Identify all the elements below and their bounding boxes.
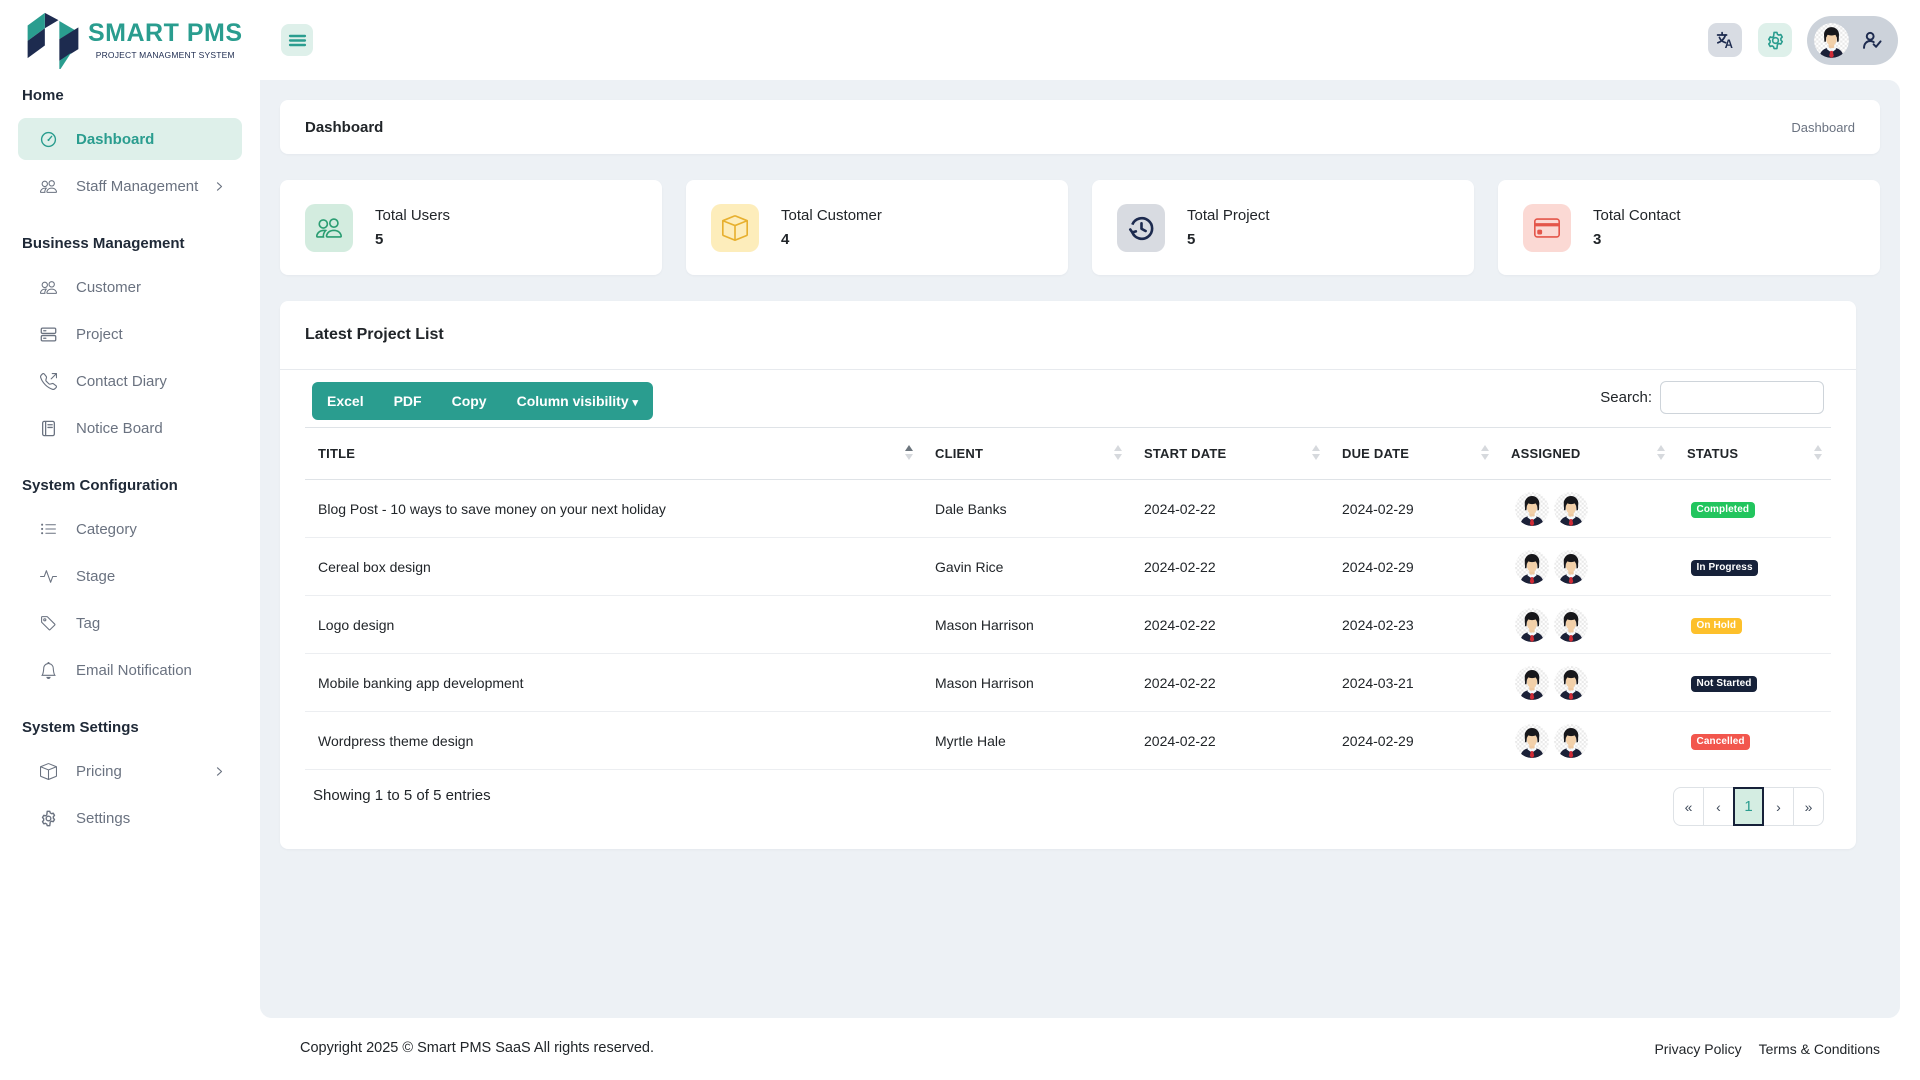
svg-text:A: A (1725, 39, 1733, 50)
